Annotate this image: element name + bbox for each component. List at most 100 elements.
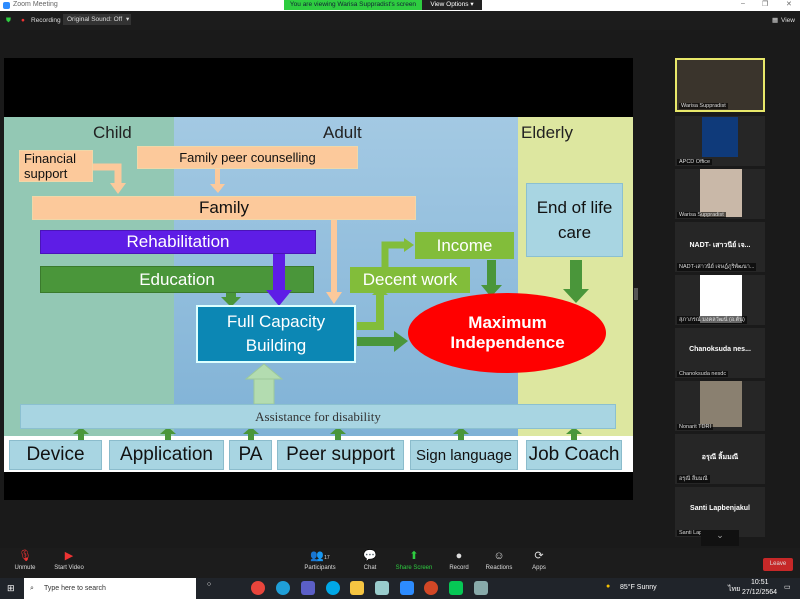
clock-time[interactable]: 10:51: [751, 579, 769, 586]
leave-button[interactable]: Leave: [763, 558, 793, 571]
financial-arrow-head: [110, 183, 126, 194]
independence-arrow: [357, 337, 395, 346]
decent-work-arrow: [357, 294, 384, 330]
participant-name: Warisa Suppradist: [677, 212, 726, 218]
participant-name: NADT-เสาวนีย์ เจษฎ์ภูริพัฒนา...: [677, 263, 757, 271]
participant-name: สุภาภรณ์ มงคลวัฒน์ (อ.ต้น): [677, 316, 747, 324]
grid-icon: ▦: [772, 17, 779, 24]
support-peer: Peer support: [277, 440, 404, 470]
edge-icon[interactable]: [276, 581, 290, 595]
participant-label: Santi Lapbenjakul: [690, 505, 750, 512]
rehab-arrow-head: [266, 290, 292, 306]
video-off-icon: ▶: [64, 550, 74, 562]
participant-name: Nonarit TDRI: [677, 424, 713, 430]
participant-tile[interactable]: สุภาภรณ์ มงคลวัฒน์ (อ.ต้น): [675, 275, 765, 325]
apps-button[interactable]: ⟳ Apps: [514, 548, 564, 571]
windows-start-icon[interactable]: ⊞: [7, 583, 15, 594]
skype-icon[interactable]: [326, 581, 340, 595]
participants-button[interactable]: 👥17 Participants: [295, 548, 345, 571]
income-arrow-head: [404, 238, 414, 252]
splitter-handle[interactable]: [634, 288, 638, 300]
participant-video: [700, 381, 742, 427]
start-video-label: Start Video: [54, 565, 84, 571]
participant-tile[interactable]: Warisa Suppradist: [675, 58, 765, 112]
apcd-logo: [702, 117, 738, 157]
financial-arrow: [93, 163, 122, 183]
scroll-down-button[interactable]: ⌄: [701, 530, 739, 546]
assistance-arrow-head: [244, 363, 284, 380]
app-icon[interactable]: [474, 581, 488, 595]
minimize-button[interactable]: –: [741, 0, 745, 7]
participant-tile[interactable]: อรุณี ลิ้มมณี อรุณี ลิ้มมณี: [675, 434, 765, 484]
start-video-button[interactable]: ▶ Start Video: [44, 548, 94, 571]
max-independence-label: Maximum Independence: [450, 312, 565, 352]
chat-button[interactable]: 💬 Chat: [345, 548, 395, 571]
cortana-icon[interactable]: ○: [202, 581, 216, 595]
support-application: Application: [109, 440, 224, 470]
unmute-label: Unmute: [14, 565, 36, 571]
participant-label: NADT- เสาวนีย์ เจ...: [689, 242, 751, 249]
windows-taskbar: ⊞ ⌕ Type here to search ○ ● 85°F Sunny ไท…: [0, 578, 800, 599]
sun-icon: ●: [606, 583, 611, 590]
support-device: Device: [9, 440, 102, 470]
maximize-button[interactable]: ❐: [762, 0, 768, 8]
reactions-label: Reactions: [485, 565, 513, 571]
view-button[interactable]: View: [781, 15, 795, 26]
peer-arrow: [215, 169, 220, 185]
search-placeholder: Type here to search: [44, 585, 106, 592]
chrome-icon[interactable]: [251, 581, 265, 595]
mic-muted-icon: 🎙: [18, 550, 32, 562]
assistance-box: Assistance for disability: [20, 404, 616, 429]
notification-icon[interactable]: ▭: [784, 583, 791, 591]
participant-name: Warisa Suppradist: [679, 103, 728, 109]
participant-name: อรุณี ลิ้มมณี: [677, 475, 710, 483]
full-capacity-box: Full Capacity Building: [196, 305, 356, 363]
participant-label: อรุณี ลิ้มมณี: [701, 454, 739, 461]
income-box: Income: [415, 232, 514, 259]
end-of-life-box: End of life care: [526, 183, 623, 257]
share-screen-icon: ⬆: [409, 550, 419, 562]
participant-video: [700, 169, 742, 217]
participant-label: Chanoksuda nes...: [689, 346, 751, 353]
line-icon[interactable]: [449, 581, 463, 595]
chat-icon: 💬: [363, 550, 377, 562]
participant-name: APCD Office: [677, 159, 713, 165]
rehab-arrow: [273, 254, 285, 292]
income-down-arrow: [487, 260, 496, 286]
share-screen-label: Share Screen: [395, 565, 433, 571]
participants-label: Participants: [304, 565, 336, 571]
participants-icon: 👥17: [310, 550, 330, 562]
support-sign-language: Sign language: [410, 440, 518, 470]
support-pa: PA: [229, 440, 272, 470]
meeting-toolbar: 🎙 Unmute ▶ Start Video 👥17 Participants 💬 Ch…: [0, 548, 800, 578]
search-icon: ⌕: [30, 585, 34, 592]
app-icon[interactable]: [375, 581, 389, 595]
share-screen-button[interactable]: ⬆ Share Screen: [389, 548, 439, 571]
participants-count: 17: [324, 555, 330, 561]
participant-tile[interactable]: NADT- เสาวนีย์ เจ... NADT-เสาวนีย์ เจษฎ์ภ…: [675, 222, 765, 272]
teams-icon[interactable]: [301, 581, 315, 595]
participant-name: Chanoksuda nesdc: [677, 371, 729, 377]
participant-tile[interactable]: Chanoksuda nes... Chanoksuda nesdc: [675, 328, 765, 378]
participant-tile[interactable]: Warisa Suppradist: [675, 169, 765, 219]
unmute-button[interactable]: 🎙 Unmute: [0, 548, 50, 571]
participant-tile[interactable]: Nonarit TDRI: [675, 381, 765, 431]
clock-date[interactable]: 27/12/2564: [742, 589, 777, 596]
zoom-taskbar-icon[interactable]: [400, 581, 414, 595]
file-explorer-icon[interactable]: [350, 581, 364, 595]
taskbar-search-input[interactable]: ⌕ Type here to search: [24, 578, 196, 599]
participant-tile[interactable]: APCD Office: [675, 116, 765, 166]
income-arrow: [381, 241, 405, 267]
weather[interactable]: 85°F Sunny: [620, 584, 657, 591]
record-label: Record: [449, 565, 469, 571]
chat-label: Chat: [363, 565, 377, 571]
powerpoint-icon[interactable]: [424, 581, 438, 595]
close-button[interactable]: ✕: [786, 0, 792, 8]
language-indicator[interactable]: ไทย: [728, 584, 740, 595]
apps-icon: ⟳: [534, 550, 544, 562]
assistance-arrow: [253, 377, 275, 405]
family-arrow-head: [326, 292, 342, 304]
apps-label: Apps: [532, 565, 546, 571]
family-arrow: [331, 220, 337, 294]
peer-arrow-head: [210, 184, 225, 193]
